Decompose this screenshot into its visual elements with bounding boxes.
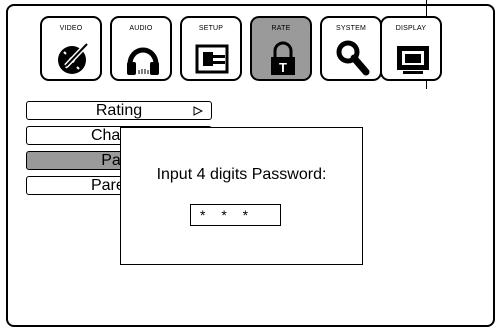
menu-item-rating[interactable]: Rating xyxy=(26,101,212,120)
video-disc-icon xyxy=(58,42,89,74)
tab-audio-label: AUDIO xyxy=(129,25,153,32)
padlock-icon: T xyxy=(271,41,295,75)
password-prompt: Input 4 digits Password: xyxy=(156,166,327,183)
submenu-arrow-icon xyxy=(193,106,203,116)
magnifier-icon xyxy=(336,40,370,76)
tab-audio[interactable]: AUDIO xyxy=(110,16,172,81)
setup-plug-icon xyxy=(195,44,229,74)
tab-system-label: SYSTEM xyxy=(336,25,366,32)
tab-rate-label: RATE xyxy=(271,25,291,32)
monitor-icon xyxy=(397,46,429,74)
tab-display-label: DISPLAY xyxy=(395,25,427,32)
svg-text:T: T xyxy=(279,60,287,75)
password-dialog: Input 4 digits Password: * * * xyxy=(120,127,363,265)
tab-video[interactable]: VIDEO xyxy=(40,16,102,81)
tab-setup-label: SETUP xyxy=(198,25,224,32)
tab-display[interactable]: DISPLAY xyxy=(380,16,442,81)
menu-item-label: Rating xyxy=(95,102,143,119)
password-field[interactable]: * * * xyxy=(190,204,281,226)
tab-system[interactable]: SYSTEM xyxy=(320,16,382,81)
tab-video-label: VIDEO xyxy=(59,25,83,32)
headphones-icon xyxy=(127,47,159,75)
tab-setup[interactable]: SETUP xyxy=(180,16,242,81)
tab-rate[interactable]: RATE T xyxy=(250,16,312,81)
